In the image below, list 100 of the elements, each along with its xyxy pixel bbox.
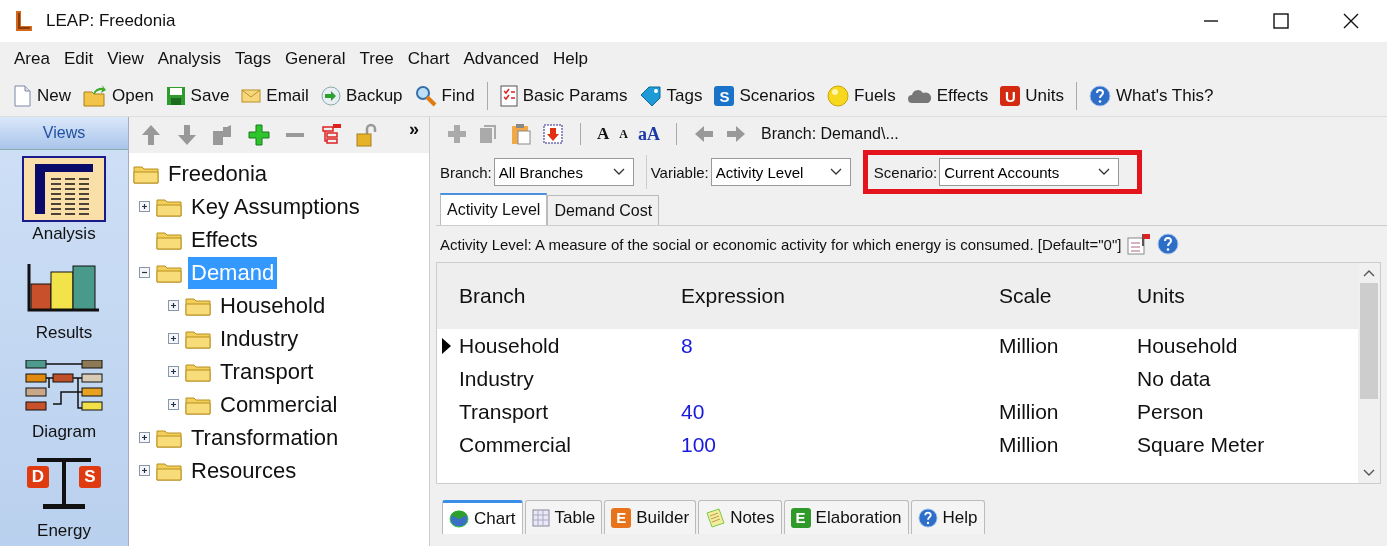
font-larger-icon[interactable]: A [597,124,610,144]
menu-item[interactable]: Analysis [157,49,222,69]
expand-icon[interactable] [139,465,150,476]
tab[interactable]: Chart [442,500,523,534]
expand-icon[interactable] [139,432,150,443]
checklist-icon [499,85,518,107]
tree-node[interactable]: Effects [188,223,261,256]
pie-icon [449,509,469,528]
letter-icon: E [611,507,632,528]
table-cell-text: Million [998,432,1060,457]
table-cell-text: 100 [680,432,718,457]
expand-icon[interactable] [168,300,179,311]
toolbar-button[interactable]: Tags [635,84,707,108]
menu-item[interactable]: Area [14,49,50,69]
tree-node[interactable]: Industry [217,322,302,355]
dropdown[interactable]: All Branches [493,158,634,186]
filter-label: Variable: [650,163,709,181]
add-icon[interactable] [247,123,271,147]
menu-item[interactable]: Tree [359,49,394,69]
column-header[interactable]: Expression [677,284,995,308]
folder-icon [185,394,211,415]
tree-node[interactable]: Transformation [188,421,342,454]
filter-label: Branch: [440,163,492,181]
font-smaller-icon[interactable]: A [619,126,628,142]
table-cell-text: Person [1136,399,1205,424]
menu-item[interactable]: Tags [235,49,271,69]
tree-node[interactable]: Freedonia [165,157,271,190]
chevron-icon [829,168,842,176]
toolbar-button[interactable]: Save [161,84,234,108]
tab[interactable]: E Builder [604,500,697,534]
dropdown[interactable]: Current Accounts [939,158,1120,186]
toolbar-button[interactable]: Backup [316,84,407,108]
tab[interactable]: Notes [698,500,782,534]
help-icon[interactable] [1157,233,1180,255]
help-icon [1089,85,1112,107]
toolbar-button[interactable]: S Scenarios [710,84,820,108]
folder-icon [185,328,211,349]
menu-item[interactable]: General [285,49,346,69]
table-cell-text: Million [998,399,1060,424]
import-icon[interactable] [542,123,564,145]
paste-icon[interactable] [510,123,532,145]
tree-node[interactable]: Household [217,289,329,322]
folder-icon [133,163,159,184]
toolbar-button[interactable]: What's This? [1085,83,1218,109]
tab[interactable]: Table [524,500,603,534]
scrollbar[interactable] [1358,263,1380,483]
menu-item[interactable]: Help [553,49,588,69]
toolbar-button[interactable]: Email [237,84,313,108]
bar-chart-icon [27,264,101,312]
column-header[interactable]: Scale [995,284,1133,308]
expand-icon[interactable] [168,333,179,344]
document-icon [12,85,32,107]
toolbar-button[interactable]: Find [410,83,479,109]
ball-icon [827,85,850,107]
views-header: Views [0,117,128,150]
tab[interactable]: Activity Level [440,193,548,225]
toolbar-button[interactable]: Fuels [823,83,900,109]
tree-outline-icon[interactable] [319,123,343,147]
scroll-up-icon[interactable] [1363,269,1375,277]
tab[interactable]: Demand Cost [547,195,660,225]
folder-icon [156,196,182,217]
view-button[interactable]: Results [22,249,106,348]
table-grid-icon [33,162,95,216]
expand-icon[interactable] [139,201,150,212]
menu-item[interactable]: Advanced [463,49,539,69]
close-icon[interactable] [1343,13,1359,29]
maximize-icon[interactable] [1273,13,1289,29]
folder-icon [156,229,182,250]
collapse-icon[interactable] [139,267,150,278]
dropdown[interactable]: Activity Level [710,158,851,186]
tab[interactable]: Help [910,500,985,534]
tree-node[interactable]: Resources [188,454,300,487]
tree-node[interactable]: Key Assumptions [188,190,363,223]
view-button[interactable]: D S Energy [22,447,106,546]
menu-item[interactable]: Chart [407,49,450,69]
table-cell-text: Household [458,333,561,358]
menu-item[interactable]: View [107,49,144,69]
toolbar-button[interactable]: Open [79,83,158,109]
expand-icon[interactable] [168,399,179,410]
column-header[interactable]: Units [1133,284,1357,308]
toolbar-button[interactable]: Effects [903,84,993,108]
notes-flag-icon[interactable] [1127,233,1152,255]
tree-node[interactable]: Commercial [217,388,341,421]
font-style-icon[interactable]: aA [637,123,660,145]
expand-icon[interactable] [168,366,179,377]
view-button[interactable]: Diagram [22,348,106,447]
more-button[interactable]: » [409,119,419,140]
tree-node[interactable]: Transport [217,355,317,388]
letter-icon: E [790,507,811,528]
filter-label: Scenario: [873,163,938,181]
toolbar-button[interactable]: U Units [996,84,1069,108]
flow-diagram-icon [25,360,103,414]
variable-description: Activity Level: A measure of the social or economic activity for which energy is consumed. [Default="0"] [440,235,1122,253]
toolbar-button[interactable]: New [8,83,75,109]
toolbar-button[interactable]: Basic Params [495,83,632,109]
column-header[interactable]: Branch [455,284,677,308]
app-logo-icon [14,10,34,32]
menu-item[interactable]: Edit [63,49,94,69]
tab[interactable]: E Elaboration [783,500,909,534]
scroll-down-icon[interactable] [1363,469,1375,477]
